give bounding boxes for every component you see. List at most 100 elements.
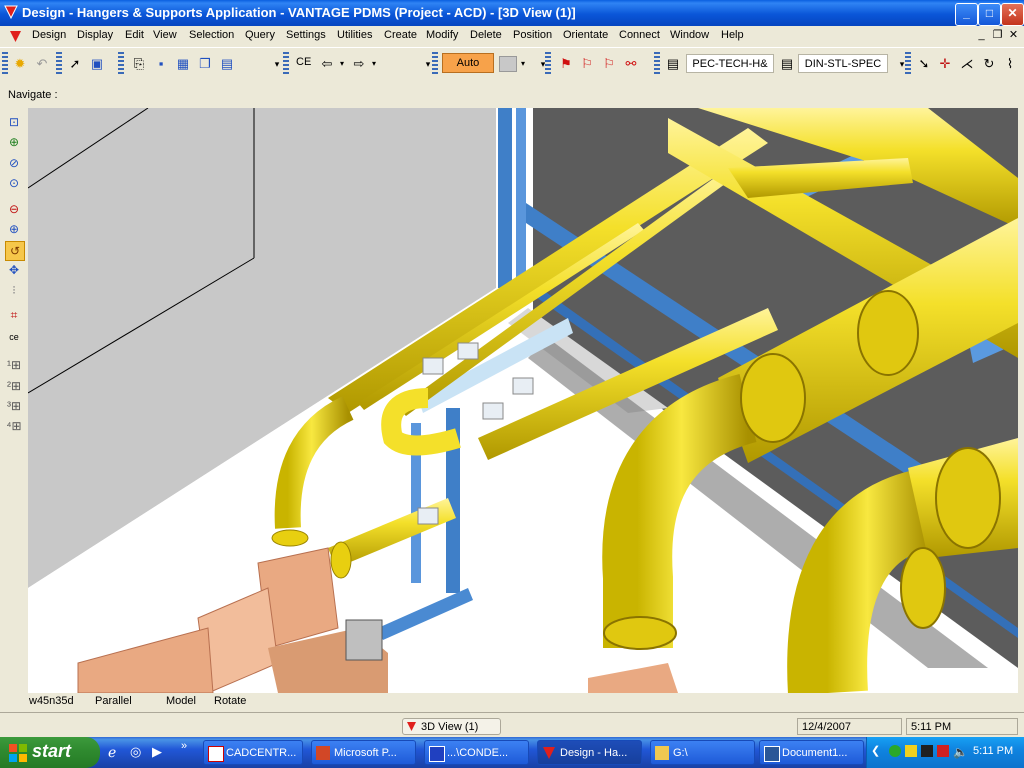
saved-view-3-icon[interactable]: ³⊞ [5, 397, 23, 415]
layout-icon[interactable]: ▦ [174, 55, 192, 73]
menu-settings[interactable]: Settings [286, 29, 326, 41]
ce-icon[interactable]: ce [5, 328, 23, 346]
mdi-close-button[interactable]: ✕ [1007, 29, 1020, 42]
auto-color-button[interactable]: Auto [442, 53, 494, 73]
network-icon[interactable]: ⋌ [958, 55, 976, 73]
mdi-restore-button[interactable]: ❐ [991, 29, 1004, 42]
maximize-button[interactable]: □ [978, 3, 1001, 26]
zoom-fit-icon[interactable]: ⊙ [5, 174, 23, 192]
flag-pair-icon[interactable]: ⚐ [600, 55, 618, 73]
app-icon [429, 746, 445, 762]
steel-spec-field[interactable]: DIN-STL-SPEC [798, 54, 888, 73]
view-tab[interactable]: 3D View (1) [402, 718, 501, 735]
task-conde[interactable]: ...\CONDE... [424, 740, 529, 765]
task-word-document[interactable]: Document1... [759, 740, 864, 765]
menu-help[interactable]: Help [721, 29, 744, 41]
menu-edit[interactable]: Edit [125, 29, 144, 41]
sun-icon[interactable]: ✹ [11, 55, 29, 73]
saved-view-2-icon[interactable]: ²⊞ [5, 377, 23, 395]
task-cadcentre[interactable]: CADCENTR... [203, 740, 303, 765]
toolbar-grip [56, 52, 62, 76]
menu-query[interactable]: Query [245, 29, 275, 41]
large-flange [900, 547, 946, 629]
menu-selection[interactable]: Selection [189, 29, 234, 41]
3d-viewport[interactable] [28, 108, 1018, 693]
media-icon[interactable]: ▶ [152, 744, 162, 760]
security-tray-icon[interactable] [905, 745, 917, 757]
chevron-down-icon[interactable]: ▾ [365, 55, 383, 73]
zoom-out-icon[interactable]: ⊖ [5, 200, 23, 218]
toolbar-grip [2, 52, 8, 76]
menu-orientate[interactable]: Orientate [563, 29, 608, 41]
pointer-icon[interactable]: ➚ [66, 55, 84, 73]
word-icon [764, 746, 780, 762]
menu-delete[interactable]: Delete [470, 29, 502, 41]
saved-view-4-icon[interactable]: ⁴⊞ [5, 417, 23, 435]
arrow-tool-icon[interactable]: ➘ [915, 55, 933, 73]
menu-utilities[interactable]: Utilities [337, 29, 372, 41]
network-tray-icon[interactable] [889, 745, 901, 757]
display-tray-icon[interactable] [921, 745, 933, 757]
task-powerpoint[interactable]: Microsoft P... [311, 740, 416, 765]
pan-icon[interactable]: ✥ [5, 261, 23, 279]
tray-expand-icon[interactable]: ❮ [871, 744, 880, 757]
view-icon [407, 722, 416, 731]
navigate-label: Navigate : [8, 89, 58, 101]
spec-icon[interactable]: ▤ [778, 55, 796, 73]
copy-icon[interactable]: ⎘ [130, 55, 148, 73]
clip-icon[interactable]: ⌗ [5, 306, 23, 324]
chevron-down-icon[interactable]: ▾ [514, 55, 532, 73]
undo-icon[interactable]: ↶ [33, 55, 51, 73]
save-icon[interactable]: ▪ [152, 55, 170, 73]
speaker-icon[interactable]: 🔈 [953, 745, 968, 759]
close-button[interactable]: ✕ [1001, 3, 1024, 26]
connect-icon[interactable]: ⚯ [622, 55, 640, 73]
zoom-limits-icon[interactable]: ⊡ [5, 113, 23, 131]
flag-icon[interactable]: ⚑ [557, 55, 575, 73]
tray-clock[interactable]: 5:11 PM [973, 745, 1013, 757]
view-toolbar: ⊡ ⊕ ⊘ ⊙ ⊖ ⊕ ↺ ✥ ⁝ ⌗ ce ¹⊞ ²⊞ ³⊞ ⁴⊞ [0, 108, 28, 693]
menu-connect[interactable]: Connect [619, 29, 660, 41]
cad-icon [208, 746, 224, 762]
zoom-select-icon[interactable]: ⊘ [5, 154, 23, 172]
saved-view-1-icon[interactable]: ¹⊞ [5, 356, 23, 374]
grid-icon[interactable]: ▤ [218, 55, 236, 73]
menu-view[interactable]: View [153, 29, 177, 41]
menu-modify[interactable]: Modify [426, 29, 458, 41]
zoom-in-icon[interactable]: ⊕ [5, 220, 23, 238]
chevron-more-icon[interactable]: » [181, 740, 187, 752]
refresh-icon[interactable]: ↻ [980, 55, 998, 73]
mdi-minimize-button[interactable]: _ [975, 29, 988, 42]
chevron-down-icon[interactable]: ▾ [333, 55, 351, 73]
folder-icon [655, 746, 669, 760]
desktop-icon[interactable]: ◎ [130, 744, 141, 760]
date-field: 12/4/2007 [797, 718, 902, 735]
antivirus-tray-icon[interactable] [937, 745, 949, 757]
ce-label[interactable]: CE [296, 56, 311, 68]
windows-icon[interactable]: ❐ [196, 55, 214, 73]
task-design[interactable]: Design - Ha... [537, 740, 642, 765]
task-drive-g[interactable]: G:\ [650, 740, 755, 765]
walk-icon[interactable]: ⁝ [5, 281, 23, 299]
zoom-window-icon[interactable]: ⊕ [5, 133, 23, 151]
flag-outline-icon[interactable]: ⚐ [578, 55, 596, 73]
large-flange [740, 353, 806, 443]
menu-position[interactable]: Position [513, 29, 552, 41]
pdms-logo-icon [4, 5, 18, 19]
pattern-icon[interactable]: ⌇ [1001, 55, 1019, 73]
pipe-spec-field[interactable]: PEC-TECH-H& [686, 54, 774, 73]
ie-icon[interactable]: ℯ [108, 744, 116, 761]
menu-create[interactable]: Create [384, 29, 417, 41]
minimize-button[interactable]: _ [955, 3, 978, 26]
menu-design[interactable]: Design [32, 29, 66, 41]
menu-window[interactable]: Window [670, 29, 709, 41]
main-toolbar: ✹ ↶ ➚ ▣ ⎘ ▪ ▦ ❐ ▤ ▾ CE ⇦ ▾ ⇨ ▾ ▾ Auto ▾ … [0, 47, 1024, 81]
select-box-icon[interactable]: ▣ [88, 55, 106, 73]
title-bar: Design - Hangers & Supports Application … [0, 0, 1024, 26]
spec-icon[interactable]: ▤ [664, 55, 682, 73]
start-button[interactable]: start [0, 737, 100, 768]
view-tab-label: 3D View (1) [421, 721, 479, 733]
menu-display[interactable]: Display [77, 29, 113, 41]
rotate-icon[interactable]: ↺ [5, 241, 25, 261]
crosshair-icon[interactable]: ✛ [936, 55, 954, 73]
